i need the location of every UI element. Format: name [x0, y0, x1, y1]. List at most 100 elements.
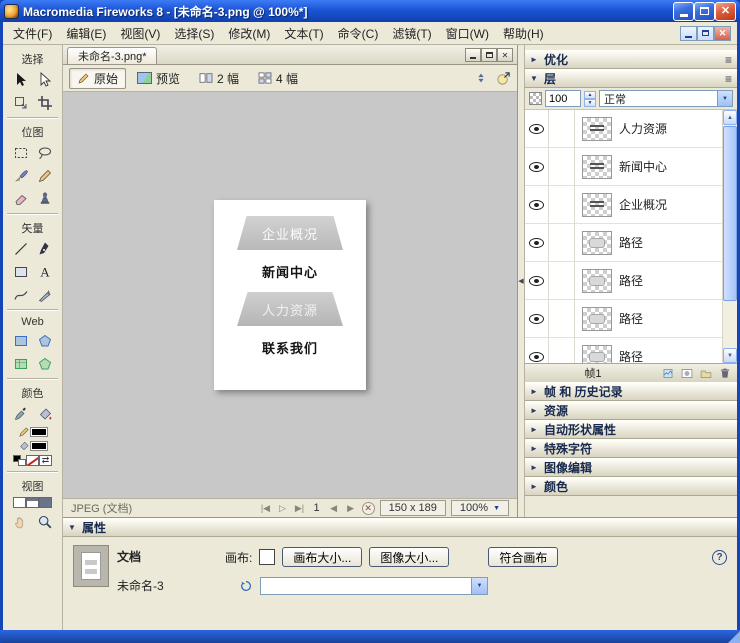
panel-menu-icon[interactable]: ≡ [725, 72, 732, 86]
child-restore-button[interactable] [481, 48, 497, 62]
layers-panel-header[interactable]: ▼ 层 ≡ [525, 69, 737, 88]
nav-button-item[interactable]: 联系我们 [238, 330, 342, 364]
subselection-tool[interactable] [33, 68, 57, 91]
spin-up-icon[interactable]: ▲ [584, 90, 596, 99]
stroke-color-well[interactable] [3, 426, 62, 438]
crop-tool[interactable] [33, 91, 57, 114]
image-editing-panel-header[interactable]: ► 图像编辑 [525, 458, 737, 477]
four-up-view-button[interactable]: 4 幅 [250, 68, 306, 89]
layer-row[interactable]: 路径 [525, 262, 722, 300]
doc-minimize-button[interactable] [680, 25, 697, 41]
scrollbar-track[interactable] [723, 125, 737, 348]
minimize-button[interactable] [673, 1, 694, 21]
full-screen-mode-button[interactable] [39, 497, 52, 508]
play-button[interactable]: ▷ [276, 503, 288, 514]
layer-row[interactable]: 人力资源 [525, 110, 722, 148]
zoom-tool[interactable] [33, 510, 57, 533]
line-tool[interactable] [9, 237, 33, 260]
default-colors-button[interactable] [13, 455, 26, 466]
up-down-arrows-icon[interactable] [474, 71, 488, 85]
artboard[interactable]: 企业概况 新闻中心 人力资源 联系我们 [214, 200, 366, 390]
collapse-arrow-icon[interactable]: ◀ [518, 277, 523, 285]
text-tool[interactable]: A [33, 260, 57, 283]
eyedropper-tool[interactable] [9, 402, 33, 425]
pen-tool[interactable] [33, 237, 57, 260]
fit-canvas-button[interactable]: 符合画布 [488, 547, 559, 567]
menu-file[interactable]: 文件(F) [6, 23, 59, 44]
knife-tool[interactable] [33, 283, 57, 306]
rectangle-hotspot-tool[interactable] [9, 329, 33, 352]
menu-filters[interactable]: 滤镜(T) [385, 23, 438, 44]
menu-edit[interactable]: 编辑(E) [59, 23, 113, 44]
property-combobox[interactable]: ▼ [260, 577, 488, 595]
pointer-tool[interactable] [9, 68, 33, 91]
canvas-area[interactable]: 企业概况 新闻中心 人力资源 联系我们 [63, 92, 517, 498]
original-view-button[interactable]: 原始 [69, 67, 127, 89]
layers-scrollbar[interactable]: ▲ ▼ [722, 110, 737, 363]
two-up-view-button[interactable]: 2 幅 [191, 68, 247, 89]
standard-screen-mode-button[interactable] [13, 497, 26, 508]
visibility-toggle[interactable] [525, 300, 549, 337]
previous-frame-button[interactable]: ◀ [328, 503, 340, 514]
nav-button-item[interactable]: 新闻中心 [237, 254, 343, 288]
stroke-color-swatch[interactable] [29, 427, 48, 437]
menu-window[interactable]: 窗口(W) [439, 23, 496, 44]
doc-restore-button[interactable] [697, 25, 714, 41]
visibility-toggle[interactable] [525, 262, 549, 299]
layer-row[interactable]: 路径 [525, 224, 722, 262]
quick-export-icon[interactable] [496, 71, 511, 86]
menu-select[interactable]: 选择(S) [167, 23, 221, 44]
eraser-tool[interactable] [9, 187, 33, 210]
blend-mode-dropdown[interactable]: 正常 ▼ [599, 90, 733, 107]
layer-row[interactable]: 路径 [525, 338, 722, 363]
properties-panel-header[interactable]: ▼ 属性 [63, 518, 737, 537]
colors-panel-header[interactable]: ► 颜色 [525, 477, 737, 496]
rectangle-tool[interactable] [9, 260, 33, 283]
rubber-stamp-tool[interactable] [33, 187, 57, 210]
fill-color-swatch[interactable] [29, 441, 48, 451]
spin-down-icon[interactable]: ▼ [584, 98, 596, 107]
visibility-toggle[interactable] [525, 186, 549, 223]
doc-close-button[interactable]: ✕ [714, 25, 731, 41]
layer-row[interactable]: 企业概况 [525, 186, 722, 224]
assets-panel-header[interactable]: ► 资源 [525, 401, 737, 420]
special-characters-panel-header[interactable]: ► 特殊字符 [525, 439, 737, 458]
new-layer-button[interactable] [698, 366, 714, 380]
hand-tool[interactable] [9, 510, 33, 533]
preview-view-button[interactable]: 预览 [129, 68, 188, 89]
optimize-panel-header[interactable]: ► 优化 ≡ [525, 50, 737, 69]
layer-row[interactable]: 新闻中心 [525, 148, 722, 186]
scale-tool[interactable] [9, 91, 33, 114]
document-tab[interactable]: 未命名-3.png* [67, 47, 158, 64]
scrollbar-thumb[interactable] [723, 126, 737, 301]
visibility-toggle[interactable] [525, 148, 549, 185]
close-button[interactable]: ✕ [715, 1, 736, 21]
child-close-button[interactable]: ✕ [497, 48, 513, 62]
menu-modify[interactable]: 修改(M) [221, 23, 277, 44]
add-mask-button[interactable] [679, 366, 695, 380]
autoshape-panel-header[interactable]: ► 自动形状属性 [525, 420, 737, 439]
delete-layer-button[interactable] [717, 366, 733, 380]
full-screen-with-menus-button[interactable] [26, 497, 39, 508]
visibility-toggle[interactable] [525, 224, 549, 261]
menu-commands[interactable]: 命令(C) [331, 23, 386, 44]
visibility-toggle[interactable] [525, 110, 549, 147]
property-combo-input[interactable] [261, 578, 471, 594]
nav-button-item[interactable]: 企业概况 [237, 216, 343, 250]
panel-menu-icon[interactable]: ≡ [725, 53, 732, 67]
new-bitmap-button[interactable] [660, 366, 676, 380]
help-button[interactable]: ? [712, 549, 727, 565]
first-frame-button[interactable]: |◀ [259, 503, 271, 514]
exit-bitmap-mode-button[interactable]: ✕ [361, 501, 375, 515]
canvas-color-swatch[interactable] [259, 549, 276, 565]
panel-splitter[interactable]: ◀ [518, 45, 525, 517]
paint-bucket-tool[interactable] [33, 402, 57, 425]
maximize-button[interactable] [694, 1, 715, 21]
brush-tool[interactable] [9, 164, 33, 187]
zoom-level-dropdown[interactable]: 100% ▼ [450, 500, 509, 516]
next-frame-button[interactable]: ▶ [345, 503, 357, 514]
image-size-button[interactable]: 图像大小... [369, 547, 450, 567]
last-frame-button[interactable]: ▶| [293, 503, 305, 514]
lasso-tool[interactable] [33, 141, 57, 164]
menu-view[interactable]: 视图(V) [113, 23, 167, 44]
